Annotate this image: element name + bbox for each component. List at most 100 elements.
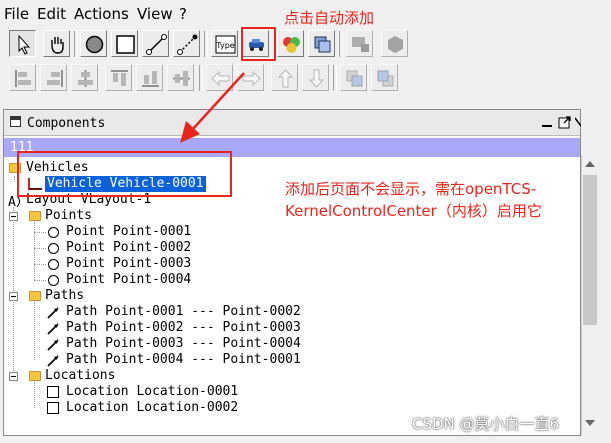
tree-node-point[interactable]: Point Point-0002 — [66, 240, 191, 256]
order-sequence-button[interactable] — [381, 30, 408, 57]
create-location-icon — [116, 35, 135, 54]
tree-guide — [14, 176, 15, 182]
menu-edit[interactable]: Edit — [37, 5, 66, 23]
align-right-icon — [47, 70, 63, 87]
scroll-thumb[interactable] — [583, 175, 597, 325]
arrow-down-icon — [308, 69, 325, 88]
panel-title: Components — [27, 116, 106, 131]
toolbar-separator — [339, 31, 343, 57]
transport-order-button[interactable] — [346, 30, 373, 57]
create-group-button[interactable] — [308, 30, 335, 57]
toolbar-align — [0, 62, 611, 94]
move-left-button[interactable] — [206, 64, 233, 91]
location-icon — [47, 402, 59, 414]
location-icon — [47, 386, 59, 398]
expander-locations[interactable] — [9, 372, 18, 381]
toolbar-separator — [333, 65, 337, 91]
scroll-down-icon[interactable] — [585, 420, 595, 426]
point-icon — [48, 259, 59, 270]
move-up-button[interactable] — [271, 64, 298, 91]
select-arrow-icon — [18, 34, 31, 55]
annotation-note-line1: 添加后页面不会显示，需在openTCS- — [285, 180, 537, 198]
hand-pan-icon — [51, 37, 64, 54]
align-top-button[interactable] — [105, 64, 132, 91]
bring-to-front-button[interactable] — [340, 64, 367, 91]
create-path-button[interactable] — [142, 30, 169, 57]
tree-node-location[interactable]: Location Location-0002 — [66, 400, 238, 416]
scroll-up-icon[interactable] — [585, 161, 595, 167]
align-center-v-button[interactable] — [167, 64, 194, 91]
path-icon — [47, 323, 59, 335]
bring-to-front-icon — [346, 70, 363, 87]
tree-node-point[interactable]: Point Point-0003 — [66, 256, 191, 272]
path-icon — [47, 355, 59, 367]
tree-node-path[interactable]: Path Point-0002 --- Point-0003 — [66, 320, 301, 336]
align-center-h-icon — [78, 70, 93, 87]
toolbar-separator — [199, 65, 203, 91]
locations-folder-icon — [29, 371, 41, 381]
location-type-button[interactable]: Type — [211, 30, 238, 57]
tree-guide — [34, 222, 35, 280]
highlight-vehicle-node — [17, 151, 232, 197]
arrow-right-icon — [242, 70, 261, 87]
panel-window-icon — [10, 116, 21, 127]
point-icon — [48, 243, 59, 254]
menu-actions[interactable]: Actions — [74, 5, 129, 23]
tree-guide — [34, 232, 46, 233]
menu-file[interactable]: File — [4, 5, 29, 23]
highlight-vehicle-button — [241, 27, 276, 61]
svg-text:A: A — [8, 195, 16, 209]
align-bottom-button[interactable] — [136, 64, 163, 91]
arrow-left-icon — [211, 70, 230, 87]
move-down-button[interactable] — [302, 64, 329, 91]
tree-scrollbar[interactable] — [581, 155, 598, 436]
align-right-button[interactable] — [40, 64, 67, 91]
tree-node-location[interactable]: Location Location-0001 — [66, 384, 238, 400]
tree-node-locations[interactable]: Locations — [45, 368, 115, 384]
location-type-icon: Type — [215, 35, 236, 54]
order-sequence-icon — [388, 36, 403, 53]
type-icon-text: Type — [215, 41, 234, 50]
tree-guide — [34, 264, 46, 265]
tree-node-point[interactable]: Point Point-0001 — [66, 224, 191, 240]
align-center-v-icon — [173, 71, 190, 86]
create-location-button[interactable] — [111, 30, 138, 57]
expander-points[interactable] — [9, 212, 18, 221]
arrow-up-icon — [277, 69, 294, 88]
move-right-button[interactable] — [237, 64, 264, 91]
panel-header: Components — [4, 110, 581, 136]
align-center-h-button[interactable] — [71, 64, 98, 91]
close-icon[interactable] — [575, 115, 581, 129]
tree-guide — [34, 248, 46, 249]
expander-paths[interactable] — [9, 292, 18, 301]
align-left-button[interactable] — [9, 64, 36, 91]
create-path-direct-button[interactable] — [173, 30, 200, 57]
point-icon — [48, 227, 59, 238]
select-tool-button[interactable] — [9, 30, 36, 57]
tree-node-path[interactable]: Path Point-0004 --- Point-0001 — [66, 352, 301, 368]
tree-node-path[interactable]: Path Point-0003 --- Point-0004 — [66, 336, 301, 352]
send-to-back-button[interactable] — [371, 64, 398, 91]
minimize-icon[interactable] — [540, 115, 554, 129]
pan-tool-button[interactable] — [43, 30, 70, 57]
menu-help[interactable]: ? — [179, 5, 187, 23]
create-block-button[interactable] — [277, 30, 304, 57]
create-path-icon — [146, 34, 167, 55]
path-icon — [47, 339, 59, 351]
tree-guide — [34, 382, 35, 408]
create-path-direct-icon — [177, 34, 198, 55]
create-point-icon — [85, 35, 104, 54]
undock-icon[interactable] — [558, 115, 572, 129]
tree-node-paths[interactable]: Paths — [45, 288, 84, 304]
tree-node-points[interactable]: Points — [45, 208, 92, 224]
tree-node-path[interactable]: Path Point-0001 --- Point-0002 — [66, 304, 301, 320]
create-point-button[interactable] — [80, 30, 107, 57]
toolbar-separator — [74, 31, 78, 57]
transport-order-icon — [352, 37, 369, 52]
send-to-back-icon — [377, 70, 394, 87]
paths-folder-icon — [29, 291, 41, 301]
menu-view[interactable]: View — [137, 5, 173, 23]
blocks-icon — [283, 37, 300, 53]
tree-guide — [34, 280, 46, 281]
tree-node-point[interactable]: Point Point-0004 — [66, 272, 191, 288]
